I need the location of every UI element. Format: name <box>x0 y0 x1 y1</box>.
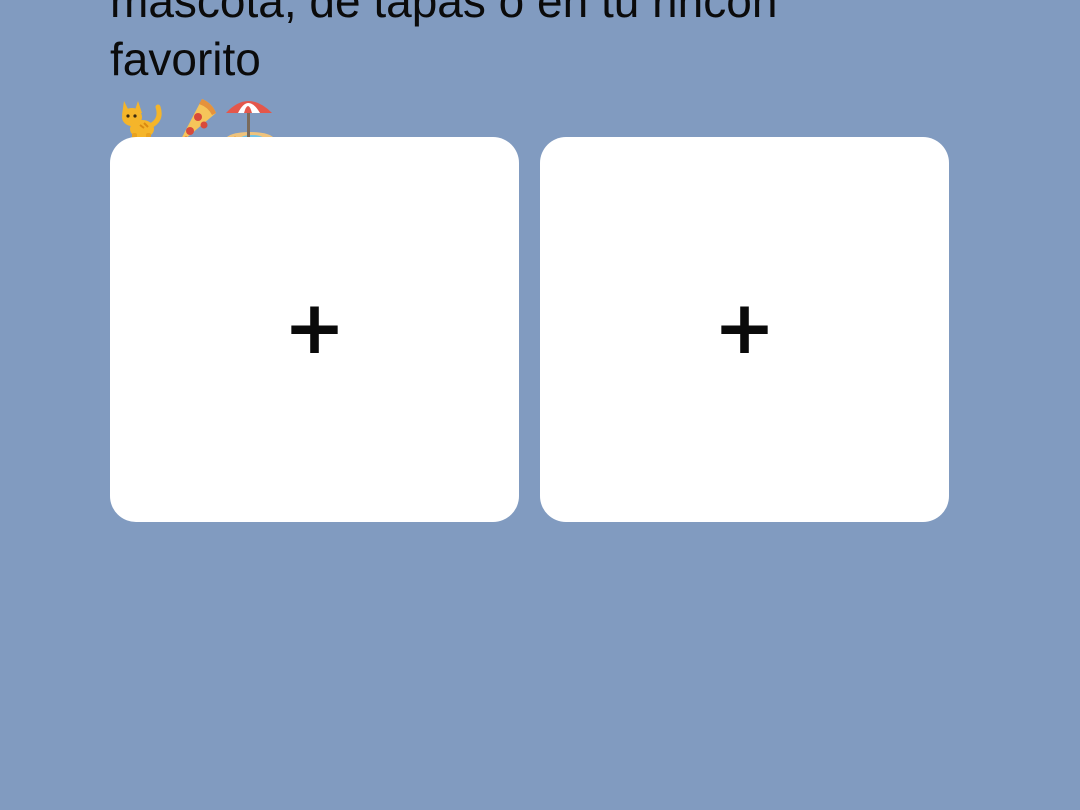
headline-line-1: mascota, de tapas o en tu rincón <box>110 0 778 27</box>
plus-icon: + <box>713 284 776 371</box>
headline: mascota, de tapas o en tu rincón favorit… <box>110 0 970 147</box>
headline-line-2: favorito <box>110 33 261 85</box>
headline-line-2-wrap: favorito <box>110 30 970 147</box>
add-photo-tile-1[interactable]: + <box>110 137 519 522</box>
plus-icon: + <box>283 284 346 371</box>
add-photo-tile-2[interactable]: + <box>540 137 949 522</box>
